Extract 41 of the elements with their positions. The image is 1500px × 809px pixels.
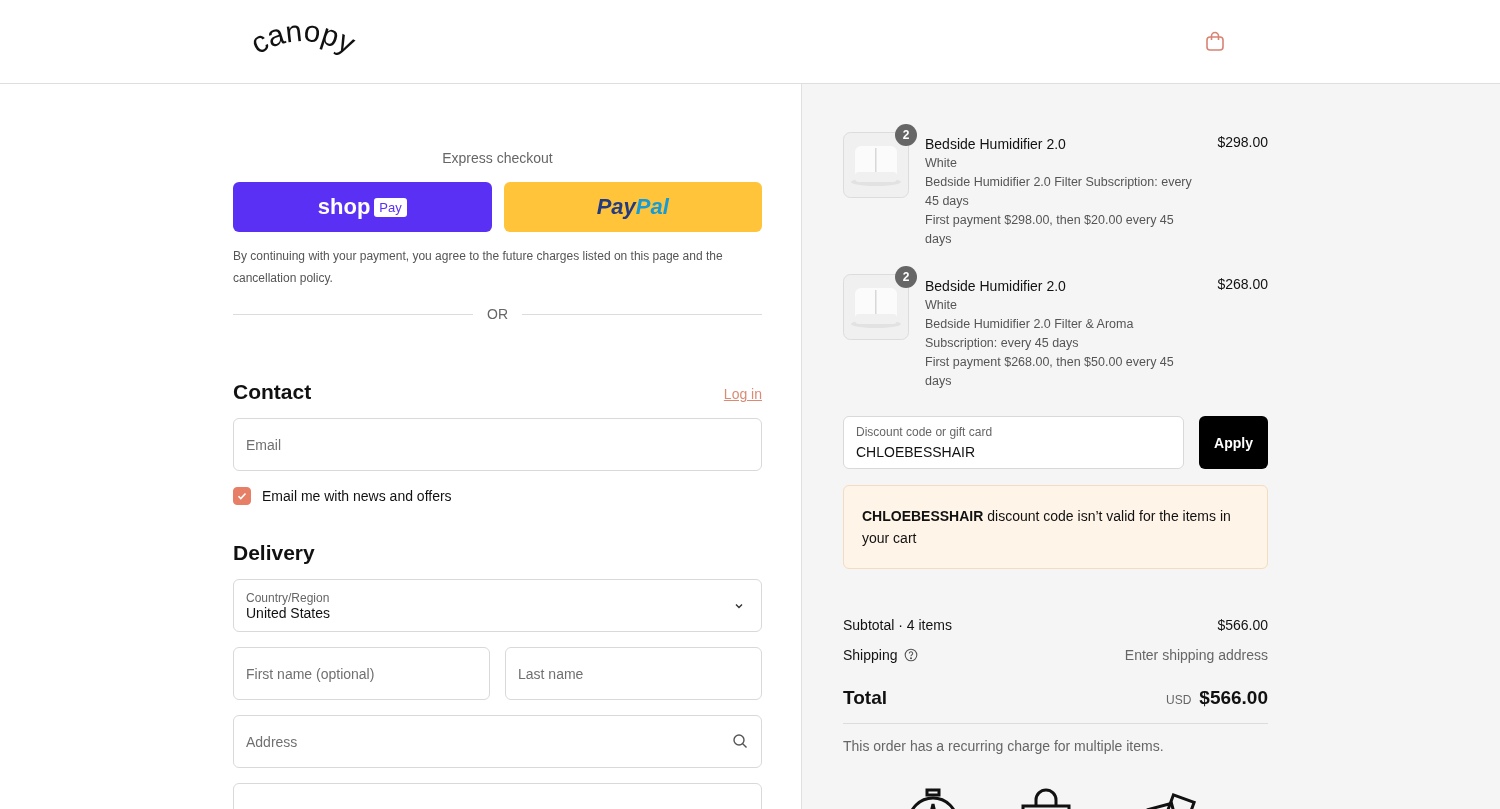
divider-label: OR	[487, 306, 508, 322]
product-price: $298.00	[1216, 134, 1268, 152]
summary-value: $566.00	[1217, 617, 1268, 633]
help-icon[interactable]	[903, 648, 918, 662]
recurring-note: This order has a recurring charge for multiple items.	[843, 738, 1165, 754]
address-field[interactable]: Address	[233, 715, 762, 768]
checkmark-icon	[236, 490, 248, 502]
summary-label: Subtotal · 4 items	[843, 617, 952, 633]
section-heading: Contact	[233, 380, 312, 404]
search-icon	[732, 733, 748, 749]
quantity-badge: 2	[895, 266, 917, 288]
product-detail: Bedside Humidifier 2.0 Filter Subscription: every 45 days	[925, 174, 1193, 210]
summary-value: Enter shipping address	[1124, 647, 1268, 663]
product-detail: White	[925, 297, 958, 314]
field-label: Discount code or gift card	[856, 425, 993, 439]
checkbox[interactable]	[233, 487, 251, 505]
product-detail: Bedside Humidifier 2.0 Filter & Aroma Subscription: every 45 days	[925, 316, 1135, 352]
product-detail: First payment $298.00, then $20.00 every 45 days	[925, 212, 1175, 248]
section-heading: Delivery	[233, 541, 316, 565]
first-name-field[interactable]: First name (optional)	[233, 647, 490, 700]
notice-text: By continuing with your payment, you agree to the future charges listed on this page and the cancellation policy.	[233, 248, 724, 287]
currency-code: USD	[1165, 693, 1192, 707]
section-title: Express checkout	[441, 150, 554, 166]
product-detail: White	[925, 155, 958, 172]
paypal-button[interactable]: PayPal	[503, 182, 762, 232]
quantity-badge: 2	[895, 124, 917, 146]
product-price: $268.00	[1216, 276, 1268, 294]
product-name: Bedside Humidifier 2.0	[925, 135, 1067, 154]
last-name-field[interactable]: Last name	[505, 647, 762, 700]
product-name: Bedside Humidifier 2.0	[925, 277, 1067, 296]
error-message: CHLOEBESSHAIR discount code isn’t valid for the items in your cart	[843, 485, 1268, 569]
shop-pay-button[interactable]: shop Pay	[233, 182, 492, 232]
total-label: Total	[843, 687, 887, 709]
total-amount: $566.00	[1199, 687, 1268, 709]
logo[interactable]: canopy	[233, 17, 373, 70]
country-select[interactable]: Country/Region United States	[233, 579, 762, 632]
product-detail: First payment $268.00, then $50.00 every 45 days	[925, 354, 1175, 390]
checkbox-label: Email me with news and offers	[262, 488, 452, 504]
email-field[interactable]: Email	[233, 418, 762, 471]
summary-label: Shipping	[843, 647, 898, 663]
apply-button[interactable]: Apply	[1199, 416, 1268, 469]
